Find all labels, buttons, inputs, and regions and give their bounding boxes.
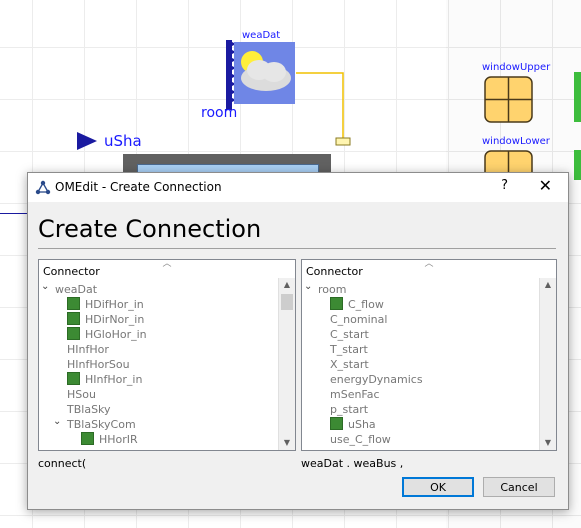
help-button[interactable]: ? <box>501 178 508 193</box>
left-tree-header[interactable]: ︿ Connector <box>39 260 295 278</box>
tree-item[interactable]: p_start <box>330 402 368 417</box>
tree-item-label: HInfHor <box>67 343 109 356</box>
tree-item[interactable]: HDirNor_in <box>67 312 144 327</box>
expand-chevron-icon[interactable]: ⌄ <box>304 279 312 294</box>
tree-item-label: TBlaSkyCom <box>67 418 136 431</box>
tree-item-label: HHorIR <box>99 433 138 446</box>
connector-icon <box>330 417 343 430</box>
scroll-down-arrow-icon[interactable]: ▼ <box>279 436 295 450</box>
connector-icon <box>67 327 80 340</box>
expand-chevron-icon[interactable]: ⌄ <box>53 414 61 429</box>
connect-arguments: weaDat . weaBus , <box>301 457 404 470</box>
tree-item-label: C_start <box>330 328 369 341</box>
dialog-heading: Create Connection <box>38 215 262 243</box>
scroll-up-arrow-icon[interactable]: ▲ <box>540 278 556 292</box>
tree-item[interactable]: HInfHor_in <box>67 372 142 387</box>
tree-item-label: uSha <box>348 418 376 431</box>
tree-item-label: HSou <box>67 388 96 401</box>
tree-item-label: HInfHorSou <box>67 358 130 371</box>
create-connection-dialog: OMEdit - Create Connection ? ✕ Create Co… <box>27 172 569 510</box>
right-tree-scrollbar[interactable]: ▲ ▼ <box>539 278 556 450</box>
connector-icon <box>330 297 343 310</box>
weadat-label: weaDat <box>242 30 281 41</box>
heading-divider <box>38 248 556 249</box>
tree-item[interactable]: HSou <box>67 387 96 402</box>
connector-icon <box>67 297 80 310</box>
tree-item-label: X_start <box>330 358 369 371</box>
ok-button[interactable]: OK <box>402 477 474 497</box>
tree-item-label: mSenFac <box>330 388 380 401</box>
left-connector-tree[interactable]: ︿ Connector ⌄ weaDat HDifHor_in HDirNor_in H… <box>38 259 296 451</box>
scroll-thumb[interactable] <box>281 294 293 310</box>
tree-item[interactable]: ⌄ TBlaSkyCom <box>53 416 136 432</box>
right-tree-header[interactable]: ︿ Connector <box>302 260 556 278</box>
tree-item-label: T_start <box>330 343 368 356</box>
tree-item[interactable]: C_flow <box>330 297 384 312</box>
side-component-bottom[interactable] <box>574 150 581 180</box>
right-connector-tree[interactable]: ︿ Connector ⌄ room C_flow C_nominal C_start T… <box>301 259 557 451</box>
tree-item[interactable]: mSenFac <box>330 387 380 402</box>
left-wire <box>0 213 27 214</box>
close-button[interactable]: ✕ <box>539 176 552 195</box>
scroll-down-arrow-icon[interactable]: ▼ <box>540 436 556 450</box>
tree-item[interactable]: energyDynamics <box>330 372 423 387</box>
windowupper-label: windowUpper <box>482 62 551 73</box>
connector-icon <box>81 432 94 445</box>
tree-item[interactable]: C_nominal <box>330 312 387 327</box>
tree-item-label: weaDat <box>55 283 98 296</box>
tree-item[interactable]: ⌄ weaDat <box>41 281 98 297</box>
dialog-titlebar[interactable]: OMEdit - Create Connection ? ✕ <box>28 173 568 202</box>
tree-item[interactable]: T_start <box>330 342 368 357</box>
usha-label: uSha <box>104 132 142 150</box>
omedit-logo-icon <box>35 180 51 195</box>
usha-input-triangle-icon[interactable] <box>77 132 99 152</box>
tree-item-label: HGloHor_in <box>85 328 147 341</box>
left-tree-scrollbar[interactable]: ▲ ▼ <box>278 278 295 450</box>
dialog-title: OMEdit - Create Connection <box>55 180 222 194</box>
tree-item[interactable]: HGloHor_in <box>67 327 147 342</box>
tree-item[interactable]: use_C_flow <box>330 432 391 447</box>
tree-item-label: room <box>318 283 347 296</box>
tree-item[interactable]: C_start <box>330 327 369 342</box>
scroll-up-arrow-icon[interactable]: ▲ <box>279 278 295 292</box>
tree-item[interactable]: HInfHorSou <box>67 357 130 372</box>
windowlower-label: windowLower <box>482 136 550 147</box>
tree-item-label: use_C_flow <box>330 433 391 446</box>
tree-item-label: HDirNor_in <box>85 313 145 326</box>
tree-item-label: energyDynamics <box>330 373 423 386</box>
tree-item[interactable]: HDifHor_in <box>67 297 144 312</box>
connection-line[interactable] <box>296 70 356 150</box>
connector-icon <box>67 312 80 325</box>
connect-prefix: connect( <box>38 457 87 470</box>
weather-data-block[interactable] <box>226 30 296 110</box>
tree-item-label: HInfHor_in <box>85 373 143 386</box>
tree-item-label: p_start <box>330 403 369 416</box>
tree-item[interactable]: X_start <box>330 357 369 372</box>
tree-item-label: HDifHor_in <box>85 298 144 311</box>
room-block[interactable] <box>123 154 331 176</box>
tree-item[interactable]: ⌄ room <box>304 281 347 297</box>
window-upper-icon[interactable] <box>484 76 534 124</box>
side-component-top[interactable] <box>574 72 581 122</box>
tree-item[interactable]: HHorIR <box>81 432 138 447</box>
connector-icon <box>67 372 80 385</box>
room-label: room <box>201 105 238 121</box>
tree-item-label: C_nominal <box>330 313 388 326</box>
tree-item-label: C_flow <box>348 298 384 311</box>
expand-chevron-icon[interactable]: ⌄ <box>41 279 49 294</box>
tree-item[interactable]: TBlaSky <box>67 402 111 417</box>
tree-item[interactable]: uSha <box>330 417 376 432</box>
tree-item-label: TBlaSky <box>67 403 111 416</box>
cancel-button[interactable]: Cancel <box>483 477 555 497</box>
tree-item[interactable]: HInfHor <box>67 342 109 357</box>
